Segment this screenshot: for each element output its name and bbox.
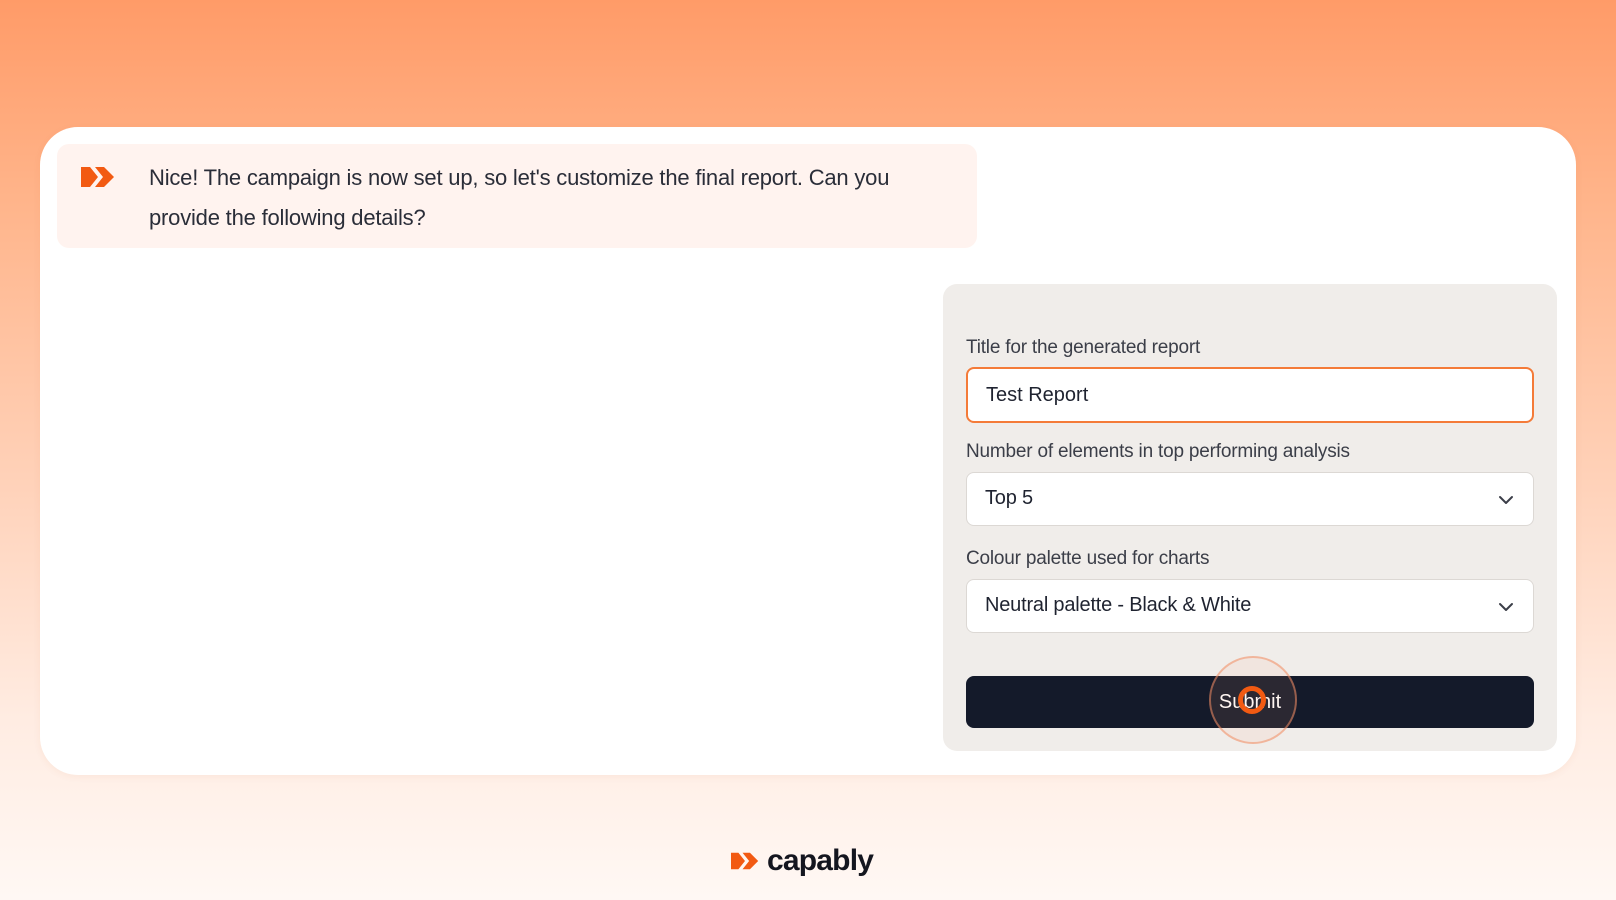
submit-button[interactable]: Submit: [966, 676, 1534, 728]
elements-count-value: Top 5: [985, 487, 1033, 509]
assistant-message-text: Nice! The campaign is now set up, so let…: [149, 165, 890, 230]
brand-logo: capably: [731, 843, 874, 879]
assistant-message: Nice! The campaign is now set up, so let…: [57, 144, 977, 248]
chevron-down-icon: [1499, 496, 1513, 504]
brand-name: capably: [767, 844, 874, 877]
chevron-down-icon: [1499, 603, 1513, 611]
palette-field-label: Colour palette used for charts: [966, 548, 1210, 569]
capably-logo-icon: [731, 852, 759, 870]
report-title-input[interactable]: [966, 367, 1534, 423]
elements-count-select[interactable]: Top 5: [966, 472, 1534, 526]
elements-field-label: Number of elements in top performing ana…: [966, 441, 1350, 462]
colour-palette-value: Neutral palette - Black & White: [985, 594, 1252, 616]
title-field-label: Title for the generated report: [966, 337, 1201, 358]
colour-palette-select[interactable]: Neutral palette - Black & White: [966, 579, 1534, 633]
chat-card: Nice! The campaign is now set up, so let…: [40, 127, 1576, 775]
capably-arrow-icon: [81, 167, 114, 187]
report-settings-form: Title for the generated report Number of…: [943, 284, 1557, 751]
